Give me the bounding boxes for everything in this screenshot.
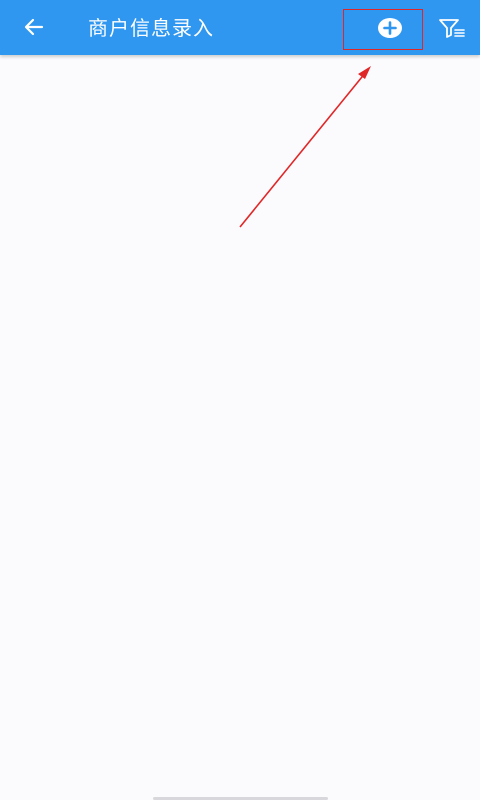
back-button[interactable]	[16, 11, 52, 43]
page-title: 商户信息录入	[88, 16, 214, 40]
app-bar: 商户信息录入	[0, 0, 480, 55]
content-area	[0, 55, 480, 800]
filter-list-icon	[439, 19, 465, 38]
app-screen: 商户信息录入	[0, 0, 480, 800]
arrow-left-icon	[24, 18, 44, 36]
filter-button[interactable]	[432, 12, 472, 44]
add-button[interactable]	[370, 12, 410, 44]
plus-circle-icon	[378, 18, 402, 38]
